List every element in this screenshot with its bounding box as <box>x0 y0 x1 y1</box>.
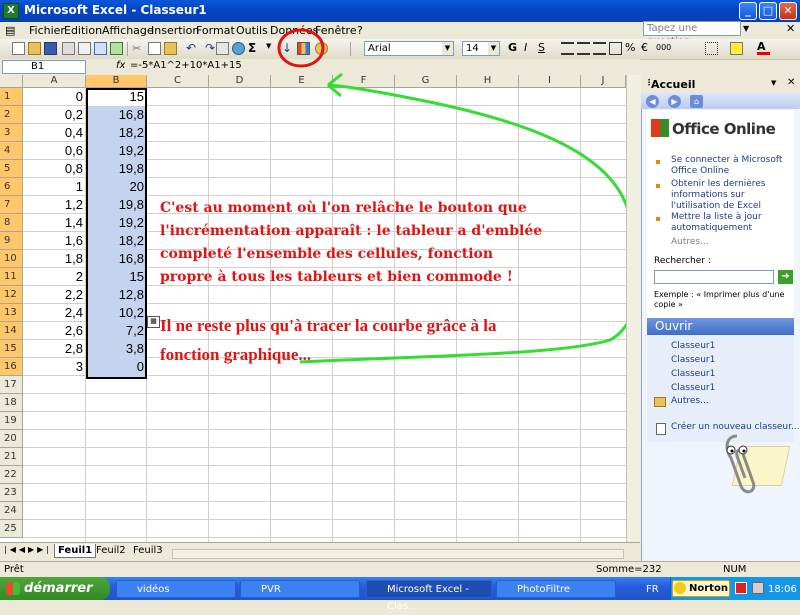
status-num: NUM <box>723 564 747 575</box>
clippy-assistant-icon[interactable] <box>715 430 765 500</box>
task-pane-title: Accueil <box>651 78 696 91</box>
task-pane-header: ⋮ Accueil ▼ ✕ <box>641 75 800 93</box>
green-arrow-annotation <box>299 83 640 364</box>
home-icon[interactable]: ⌂ <box>690 95 703 108</box>
link-connect-office-online[interactable]: Se connecter à Microsoft Office Online <box>671 155 795 177</box>
status-bar: Prêt Somme=232 NUM <box>0 561 800 577</box>
link-update-list[interactable]: Mettre la liste à jour automatiquement <box>671 212 795 234</box>
recent-file-2[interactable]: Classeur1 <box>671 355 715 366</box>
task-pane-dropdown-icon[interactable]: ▼ <box>771 79 776 87</box>
tray-app-icon[interactable] <box>735 582 747 594</box>
task-excel[interactable]: Microsoft Excel - Clas... <box>366 580 492 612</box>
link-more-1[interactable]: Autres... <box>671 237 709 248</box>
task-pane-nav <box>641 93 800 109</box>
status-ready: Prêt <box>4 564 24 575</box>
status-sum: Somme=232 <box>596 564 662 575</box>
tab-feuil1[interactable]: Feuil1 <box>54 544 97 558</box>
link-more-2[interactable]: Autres... <box>671 396 709 407</box>
search-example: Exemple : « Imprimer plus d'une copie » <box>654 290 785 309</box>
windows-logo-icon <box>6 582 20 595</box>
red-circle-annotation <box>277 28 325 68</box>
task-videos[interactable]: vidéos <box>116 580 236 598</box>
language-indicator[interactable]: FR <box>646 584 659 595</box>
task-photofiltre[interactable]: PhotoFiltre <box>496 580 616 598</box>
search-label: Rechercher : <box>654 256 711 266</box>
office-logo-icon <box>651 119 669 137</box>
tab-feuil2[interactable]: Feuil2 <box>93 544 129 557</box>
task-pvr[interactable]: PVR <box>240 580 360 598</box>
recent-file-4[interactable]: Classeur1 <box>671 383 715 394</box>
tab-scroll-arrows-icon[interactable]: |◀◀▶▶| <box>4 545 52 554</box>
horizontal-scrollbar[interactable] <box>172 549 624 559</box>
recent-file-3[interactable]: Classeur1 <box>671 369 715 380</box>
search-go-icon[interactable]: ➜ <box>778 270 793 284</box>
search-input[interactable] <box>654 270 774 284</box>
task-pane-close-icon[interactable]: ✕ <box>787 77 795 88</box>
tray-network-icon[interactable] <box>752 582 764 594</box>
tab-feuil3[interactable]: Feuil3 <box>130 544 166 557</box>
open-section-header: Ouvrir <box>647 318 794 335</box>
recent-file-1[interactable]: Classeur1 <box>671 341 715 352</box>
clock: 18:06 <box>768 584 797 595</box>
norton-icon <box>674 582 686 594</box>
back-icon[interactable]: ◀ <box>646 95 659 108</box>
link-latest-info[interactable]: Obtenir les dernières informations sur l… <box>671 179 795 212</box>
new-workbook-icon <box>656 423 666 435</box>
forward-icon[interactable]: ▶ <box>668 95 681 108</box>
vertical-scrollbar[interactable] <box>626 75 641 542</box>
folder-icon <box>654 397 666 407</box>
office-online-brand: Office Online <box>672 120 776 138</box>
